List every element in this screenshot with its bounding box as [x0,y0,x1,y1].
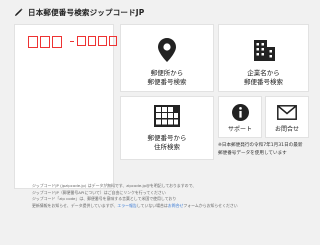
contact-label: お問合せ [274,126,299,133]
footer-line-4-text: 更新情報をお知らせ、データ提供していますが、 [32,202,118,208]
zip-search-label: 郵便番号から 住所検索 [148,134,187,152]
zip-suffix-boxes [69,36,117,46]
footer-line-4-text-c: フォームからお知らせください [183,202,238,208]
address-search-label-line1: 郵便所から [150,69,184,77]
company-search-tile[interactable]: 企業名から 郵便番号検索 [218,24,309,92]
footer-line-4: 更新情報をお知らせ、データ提供していますが、エラー報告していない場合はお問合せフ… [32,203,312,210]
footer-line-2: ジップコードJP（郵便番号APIについて）はご自由にリンクを行ってください [32,189,166,195]
address-search-label-line2: 郵便番号検索 [147,78,187,86]
error-report-link[interactable]: エラー報告 [117,203,136,208]
data-notice-line2: 郵便番号データを使用しています [218,151,287,156]
mail-icon [277,103,297,121]
footer-line-3: ジップコード「zip code」は、郵便番号を意味する言葉として米国で使用してお… [32,196,177,202]
footer-text: ジップコードJP (jpzipcode.jp) はデータが無料です、zipcod… [32,183,312,209]
support-label: サポート [227,126,252,133]
site-header: 日本郵便番号検索ジップコードJP [14,6,145,18]
company-search-label: 企業名から 郵便番号検索 [244,69,283,87]
company-search-label-line2: 郵便番号検索 [244,78,283,86]
data-notice: ※日本郵便発行の令和7年1月31日の最新 郵便番号データを使用しています [218,142,314,158]
zip-box [108,36,117,46]
contact-tile[interactable]: お問合せ [265,96,309,138]
zip-search-label-line2: 住所検索 [154,143,180,151]
info-icon [231,103,249,121]
footer-line-1: ジップコードJP (jpzipcode.jp) はデータが無料です、zipcod… [32,183,197,188]
zip-search-label-line1: 郵便番号から [147,134,187,142]
zip-grid-icon [154,105,180,127]
address-search-label: 郵便所から 郵便番号検索 [148,69,187,87]
zip-box [98,36,107,46]
address-search-tile[interactable]: 郵便所から 郵便番号検索 [120,24,214,92]
zip-search-tile[interactable]: 郵便番号から 住所検索 [120,96,214,160]
zip-box [28,36,38,48]
zip-box [77,36,86,46]
postcard-illustration [14,24,117,189]
building-icon [252,38,276,62]
map-pin-icon [158,38,176,62]
site-title[interactable]: 日本郵便番号検索ジップコードJP [28,7,145,18]
zip-box [52,36,62,48]
zip-box [40,36,50,48]
pen-nib-icon [14,8,23,17]
support-tile[interactable]: サポート [218,96,262,138]
contact-link[interactable]: お問合せ [168,203,184,208]
zip-prefix-boxes [28,36,62,48]
company-search-label-line1: 企業名から [247,69,280,77]
data-notice-line1: ※日本郵便発行の令和7年1月31日の最新 [218,143,303,148]
zip-separator [70,40,74,42]
zip-box [87,36,96,46]
footer-line-4-text-b: していない場合は [136,202,168,208]
